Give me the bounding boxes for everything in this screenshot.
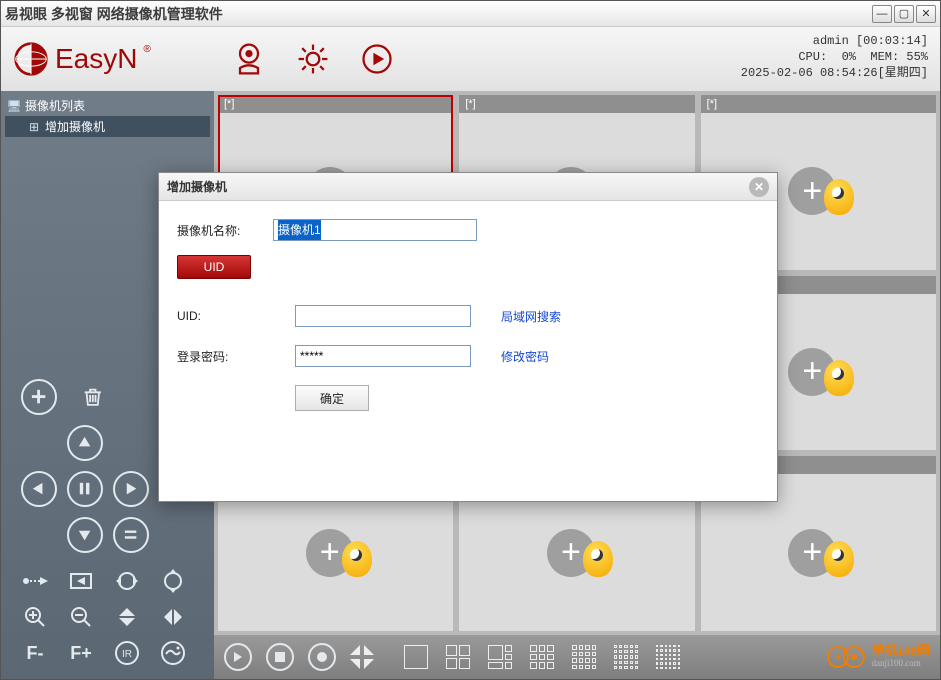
ptz-pause-button[interactable] [67,471,103,507]
layout-4-button[interactable] [444,643,472,671]
system-info: admin [00:03:14] CPU: 0% MEM: 55% 2025-0… [741,33,928,81]
zoom-out-icon[interactable] [67,603,95,631]
header: EasyN® admin [00 [1,27,940,91]
zoom-in-icon[interactable] [21,603,49,631]
tree-add-camera[interactable]: ⊞ 增加摄像机 [5,116,210,137]
password-label: 登录密码: [177,348,295,365]
focus-plus-button[interactable]: F+ [67,639,95,667]
add-camera-icon: + [547,523,607,583]
mirror-vert-icon[interactable] [113,603,141,631]
window-title: 易视眼 多视窗 网络摄像机管理软件 [5,4,872,24]
close-button[interactable]: ✕ [916,5,936,23]
layout-25-button[interactable] [612,643,640,671]
mirror-horiz-icon[interactable] [159,603,187,631]
ptz-down-button[interactable] [67,517,103,553]
camera-name-input[interactable]: 摄像机1 [273,219,477,241]
record-all-button[interactable] [308,643,336,671]
hflip-icon[interactable] [113,567,141,595]
brand-text: EasyN [55,43,137,75]
focus-minus-button[interactable]: F- [21,639,49,667]
vflip-icon[interactable] [159,567,187,595]
play-icon[interactable] [359,41,395,77]
play-all-button[interactable] [224,643,252,671]
ptz-preset-button[interactable] [113,517,149,553]
svg-text:IR: IR [122,649,132,660]
ir-button[interactable]: IR [113,639,141,667]
add-button[interactable] [21,379,57,415]
minimize-button[interactable]: — [872,5,892,23]
tree-child-label: 增加摄像机 [45,118,105,135]
titlebar: 易视眼 多视窗 网络摄像机管理软件 — ▢ ✕ [1,1,940,27]
tree-root[interactable]: 🖥 摄像机列表 [5,95,210,116]
patrol-dot-icon[interactable] [21,567,49,595]
add-camera-icon: + [306,523,366,583]
dialog-close-button[interactable]: ✕ [749,177,769,197]
layout-1-button[interactable] [402,643,430,671]
change-password-link[interactable]: 修改密码 [501,348,549,365]
add-camera-icon: + [788,161,848,221]
uid-label: UID: [177,309,295,323]
trash-icon[interactable] [75,379,111,415]
camera-name-label: 摄像机名称: [177,222,273,239]
ptz-right-button[interactable] [113,471,149,507]
dialog-title: 增加摄像机 [167,178,227,195]
layout-16-button[interactable] [570,643,598,671]
snapshot-icon[interactable] [159,639,187,667]
plus-square-icon: ⊞ [27,120,41,134]
maximize-button[interactable]: ▢ [894,5,914,23]
fullscreen-button[interactable] [350,645,374,669]
layout-36-button[interactable] [654,643,682,671]
tree-root-label: 摄像机列表 [25,97,85,114]
monitor-icon: 🖥 [7,99,21,113]
uid-tab-button[interactable]: UID [177,255,251,279]
globe-icon [13,41,49,77]
uid-input[interactable] [295,305,471,327]
ptz-left-button[interactable] [21,471,57,507]
stop-all-button[interactable] [266,643,294,671]
brand-logo: EasyN® [13,41,151,77]
ptz-up-button[interactable] [67,425,103,461]
bottom-toolbar: + 单机100网danji100.com [214,635,940,679]
add-camera-icon: + [788,523,848,583]
camera-icon[interactable] [231,41,267,77]
add-camera-icon: + [788,342,848,402]
lan-search-link[interactable]: 局域网搜索 [501,308,561,325]
password-input[interactable] [295,345,471,367]
vendor-logo: + 单机100网danji100.com [827,644,930,670]
add-camera-dialog: 增加摄像机 ✕ 摄像机名称: 摄像机1 UID UID: 局域网搜索 登录密码:… [158,172,778,502]
layout-6-button[interactable] [486,643,514,671]
layout-9-button[interactable] [528,643,556,671]
gear-icon[interactable] [295,41,331,77]
ok-button[interactable]: 确定 [295,385,369,411]
step-back-icon[interactable] [67,567,95,595]
